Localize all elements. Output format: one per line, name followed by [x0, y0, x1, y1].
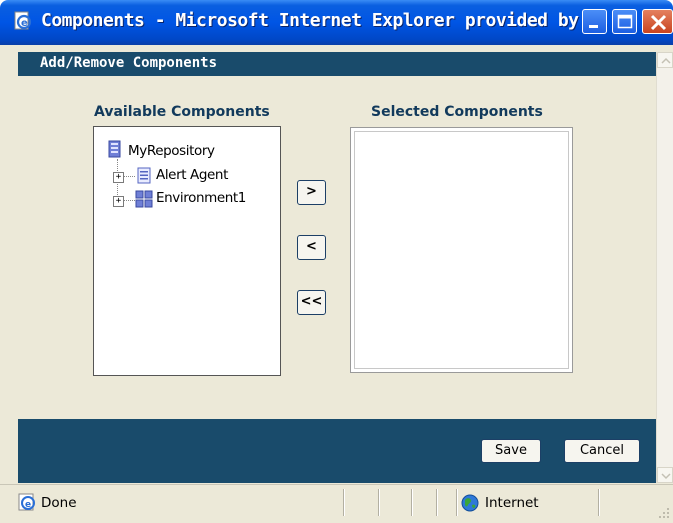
window-title: Components - Microsoft Internet Explorer…	[41, 10, 620, 31]
status-divider	[411, 489, 412, 516]
status-text: Done	[41, 495, 77, 511]
tree-item-environment1[interactable]: Environment1	[156, 190, 246, 206]
repository-icon	[108, 140, 121, 158]
scroll-up-button[interactable]	[657, 52, 673, 68]
add-component-button[interactable]: >	[297, 180, 326, 205]
minimize-icon	[589, 25, 598, 28]
dialog-footer	[18, 419, 656, 483]
globe-icon	[461, 494, 479, 512]
maximize-button[interactable]	[612, 9, 637, 34]
available-components-list[interactable]: MyRepository + Alert Agent + Environment…	[93, 126, 281, 376]
title-bar[interactable]: e Components - Microsoft Internet Explor…	[0, 0, 673, 45]
cancel-button[interactable]: Cancel	[564, 439, 640, 463]
vertical-scrollbar[interactable]	[656, 52, 673, 483]
security-zone: Internet	[485, 495, 539, 511]
chevron-down-icon	[661, 473, 671, 480]
save-button[interactable]: Save	[481, 439, 541, 463]
chevron-up-icon	[661, 57, 671, 64]
maximize-icon	[617, 14, 633, 29]
agent-icon	[137, 167, 151, 184]
status-divider	[378, 489, 379, 516]
left-border	[0, 45, 18, 484]
resize-grip-icon[interactable]	[658, 507, 670, 519]
status-divider	[598, 489, 599, 516]
close-icon	[650, 14, 667, 31]
environment-icon	[135, 190, 153, 208]
svg-text:e: e	[21, 18, 28, 29]
status-divider	[343, 489, 344, 516]
tree-item-myrepository[interactable]: MyRepository	[128, 143, 215, 159]
minimize-button[interactable]	[582, 9, 607, 34]
ie-page-icon: e	[14, 11, 32, 30]
selected-components-list[interactable]	[350, 127, 573, 373]
svg-text:e: e	[25, 500, 31, 510]
remove-all-components-button[interactable]: <<	[297, 290, 326, 315]
scroll-down-button[interactable]	[657, 467, 673, 483]
expand-icon[interactable]: +	[113, 196, 124, 207]
remove-component-button[interactable]: <	[297, 235, 326, 260]
status-divider	[456, 489, 457, 516]
selected-components-label: Selected Components	[371, 104, 543, 120]
tree-item-alert-agent[interactable]: Alert Agent	[156, 167, 228, 183]
status-divider	[436, 489, 437, 516]
expand-icon[interactable]: +	[113, 172, 124, 183]
ie-page-icon: e	[18, 493, 35, 511]
close-button[interactable]	[642, 9, 673, 34]
available-components-label: Available Components	[94, 104, 270, 120]
dialog-title: Add/Remove Components	[40, 55, 218, 71]
dialog-header: Add/Remove Components	[18, 52, 656, 76]
status-bar: e Done Internet	[0, 484, 673, 523]
